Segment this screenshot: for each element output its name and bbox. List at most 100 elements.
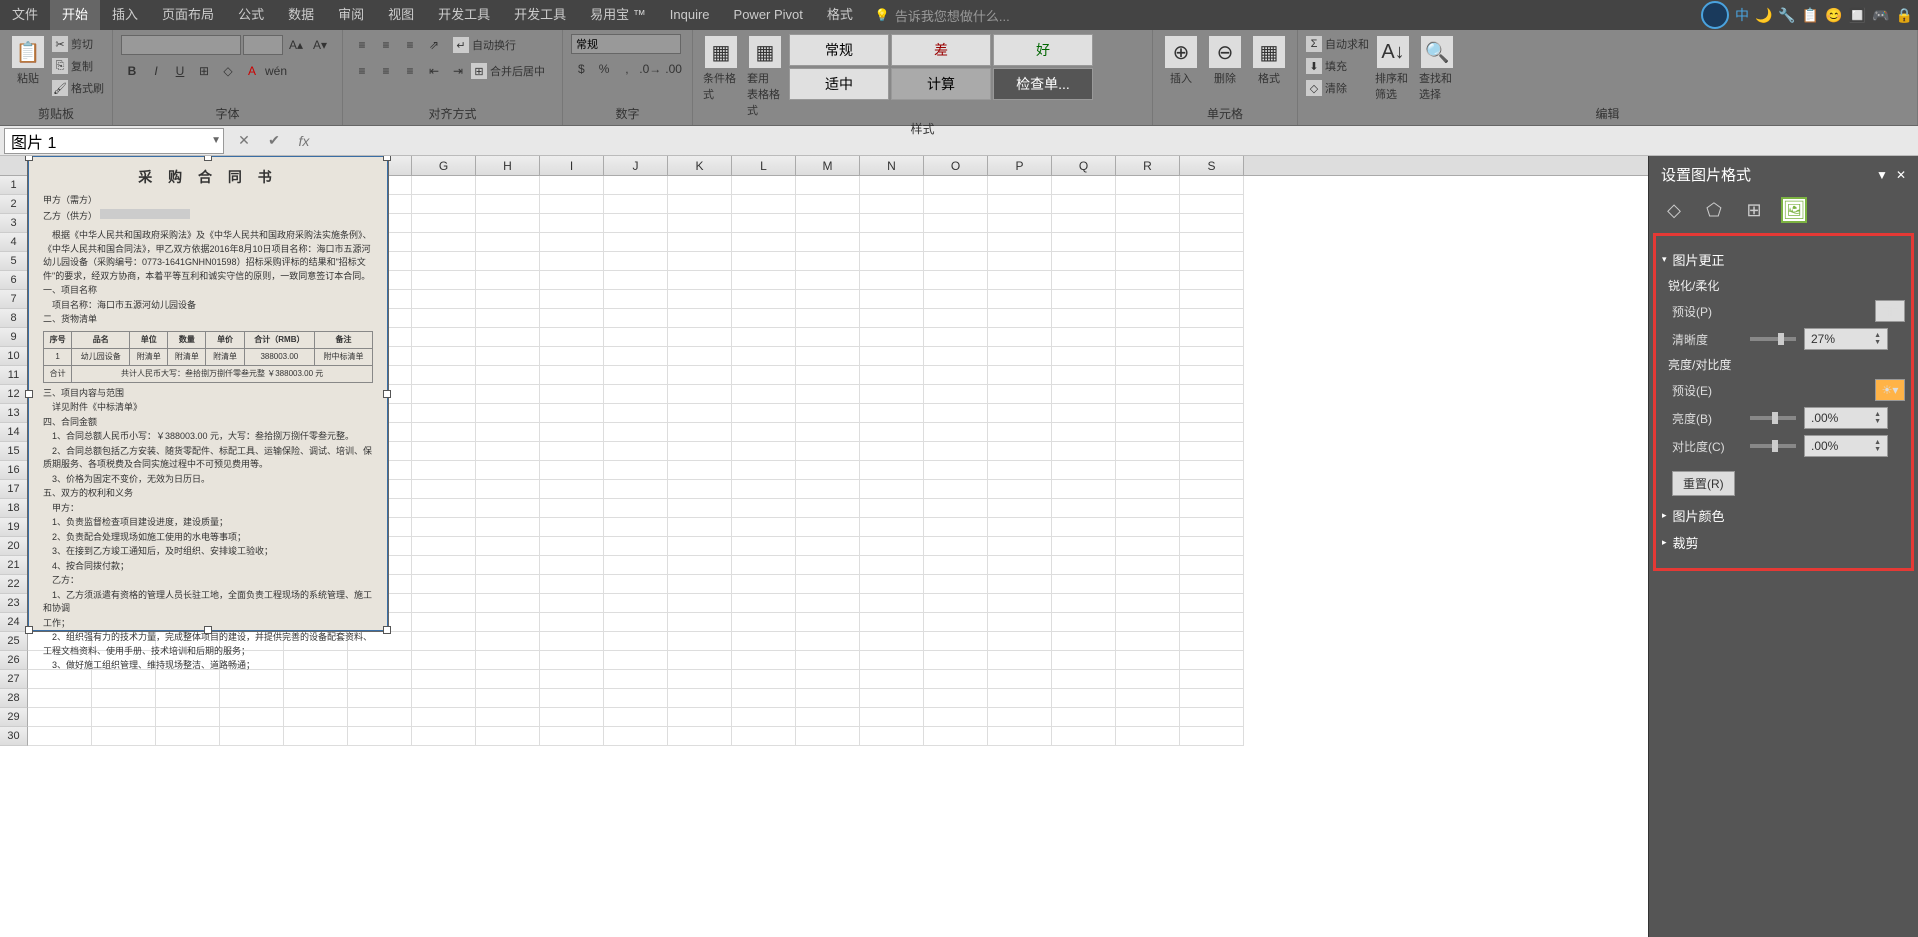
cell[interactable]	[924, 689, 988, 708]
cell[interactable]	[1180, 252, 1244, 271]
cell[interactable]	[412, 214, 476, 233]
row-header[interactable]: 8	[0, 309, 28, 328]
align-right-button[interactable]: ≡	[399, 60, 421, 82]
cell[interactable]	[412, 385, 476, 404]
cell[interactable]	[924, 537, 988, 556]
cell[interactable]	[796, 347, 860, 366]
cell[interactable]	[988, 518, 1052, 537]
cell[interactable]	[1180, 480, 1244, 499]
cell[interactable]	[1116, 442, 1180, 461]
row-header[interactable]: 21	[0, 556, 28, 575]
cell[interactable]	[860, 651, 924, 670]
column-header[interactable]: P	[988, 156, 1052, 175]
align-middle-button[interactable]: ≡	[375, 34, 397, 56]
row-header[interactable]: 12	[0, 385, 28, 404]
row-header[interactable]: 1	[0, 176, 28, 195]
column-header[interactable]: L	[732, 156, 796, 175]
underline-button[interactable]: U	[169, 60, 191, 82]
cell[interactable]	[988, 480, 1052, 499]
column-header[interactable]: G	[412, 156, 476, 175]
cell[interactable]	[476, 480, 540, 499]
cell[interactable]	[1052, 556, 1116, 575]
cell[interactable]	[1052, 670, 1116, 689]
cell[interactable]	[604, 556, 668, 575]
cell[interactable]	[1052, 632, 1116, 651]
row-header[interactable]: 11	[0, 366, 28, 385]
cell[interactable]	[1052, 366, 1116, 385]
cell[interactable]	[412, 233, 476, 252]
cell[interactable]	[732, 423, 796, 442]
cell[interactable]	[668, 651, 732, 670]
cell[interactable]	[924, 233, 988, 252]
cell[interactable]	[668, 480, 732, 499]
cell[interactable]	[540, 632, 604, 651]
cell[interactable]	[540, 670, 604, 689]
fill-color-button[interactable]: ◇	[217, 60, 239, 82]
cell[interactable]	[1052, 233, 1116, 252]
cell[interactable]	[732, 176, 796, 195]
cell[interactable]	[1116, 423, 1180, 442]
row-header[interactable]: 28	[0, 689, 28, 708]
cell[interactable]	[1116, 670, 1180, 689]
cell[interactable]	[668, 233, 732, 252]
user-avatar[interactable]	[1701, 1, 1729, 29]
cell[interactable]	[732, 309, 796, 328]
cell[interactable]	[1116, 632, 1180, 651]
cell[interactable]	[284, 708, 348, 727]
cell[interactable]	[1116, 499, 1180, 518]
cell[interactable]	[604, 575, 668, 594]
cell[interactable]	[540, 271, 604, 290]
cell[interactable]	[412, 651, 476, 670]
spin-down-icon[interactable]: ▼	[1874, 418, 1881, 425]
cell[interactable]	[924, 328, 988, 347]
cell[interactable]	[1180, 366, 1244, 385]
cell[interactable]	[540, 442, 604, 461]
row-header[interactable]: 14	[0, 423, 28, 442]
cell[interactable]	[1180, 442, 1244, 461]
tab-dev1[interactable]: 开发工具	[426, 0, 502, 30]
cell[interactable]	[1180, 195, 1244, 214]
increase-decimal-button[interactable]: .0→	[639, 58, 661, 80]
tab-powerpivot[interactable]: Power Pivot	[722, 0, 815, 30]
cell[interactable]	[476, 556, 540, 575]
row-header[interactable]: 5	[0, 252, 28, 271]
contrast-input[interactable]: .00%▲▼	[1804, 435, 1888, 457]
cell[interactable]	[732, 385, 796, 404]
cell[interactable]	[1052, 214, 1116, 233]
tab-home[interactable]: 开始	[50, 0, 100, 30]
cell[interactable]	[668, 271, 732, 290]
bold-button[interactable]: B	[121, 60, 143, 82]
cell[interactable]	[540, 347, 604, 366]
cell[interactable]	[668, 537, 732, 556]
cell[interactable]	[412, 537, 476, 556]
cell[interactable]	[1180, 214, 1244, 233]
autosum-button[interactable]: Σ自动求和	[1306, 34, 1369, 54]
contrast-slider[interactable]	[1750, 444, 1796, 448]
row-header[interactable]: 29	[0, 708, 28, 727]
cell[interactable]	[860, 727, 924, 746]
tab-view[interactable]: 视图	[376, 0, 426, 30]
embedded-picture[interactable]: 采 购 合 同 书 甲方（需方） 乙方（供方） 根据《中华人民共和国政府采购法》…	[28, 156, 388, 631]
cell[interactable]	[476, 442, 540, 461]
cell[interactable]	[796, 537, 860, 556]
cell[interactable]	[1052, 575, 1116, 594]
cell[interactable]	[1116, 309, 1180, 328]
clipboard-icon[interactable]: 📋	[1802, 7, 1819, 24]
cell[interactable]	[412, 499, 476, 518]
cell[interactable]	[924, 594, 988, 613]
cell[interactable]	[1052, 328, 1116, 347]
cell[interactable]	[540, 518, 604, 537]
cell[interactable]	[348, 708, 412, 727]
cell[interactable]	[924, 176, 988, 195]
cell[interactable]	[860, 594, 924, 613]
cell[interactable]	[412, 176, 476, 195]
row-header[interactable]: 16	[0, 461, 28, 480]
row-header[interactable]: 9	[0, 328, 28, 347]
column-header[interactable]: S	[1180, 156, 1244, 175]
cell[interactable]	[924, 252, 988, 271]
cell[interactable]	[924, 461, 988, 480]
cell[interactable]	[796, 518, 860, 537]
pane-close-button[interactable]: ✕	[1896, 168, 1906, 182]
cell[interactable]	[604, 366, 668, 385]
cell[interactable]	[988, 252, 1052, 271]
